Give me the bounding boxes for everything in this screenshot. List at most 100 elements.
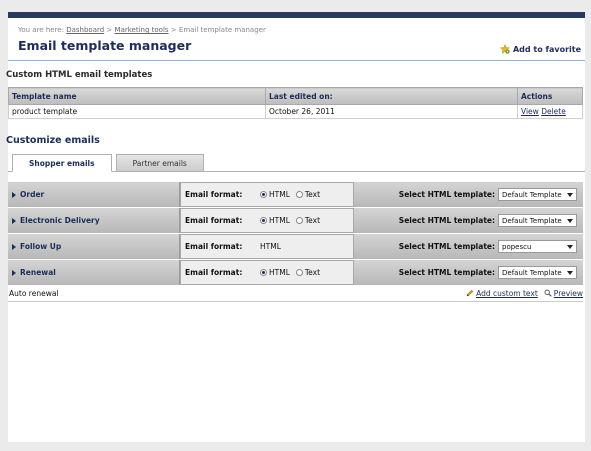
preview-link[interactable]: Preview xyxy=(544,289,583,298)
custom-templates-table: Template name Last edited on: Actions pr… xyxy=(8,87,583,119)
email-format-cell: Email format: HTML xyxy=(180,234,354,259)
email-row-electronic-delivery: Electronic Delivery Email format: HTML T… xyxy=(8,207,583,233)
triangle-right-icon xyxy=(12,269,16,276)
radio-label: Text xyxy=(304,190,321,199)
template-select-label: Select HTML template: xyxy=(398,190,495,199)
breadcrumb-dashboard[interactable]: Dashboard xyxy=(66,26,104,34)
template-select-cell: Select HTML template: Default Template xyxy=(354,208,583,233)
add-custom-text-link[interactable]: Add custom text xyxy=(466,289,538,298)
title-divider xyxy=(8,60,585,61)
email-settings-list: Order Email format: HTML Text Select HTM… xyxy=(8,181,583,285)
email-name: Order xyxy=(20,190,45,199)
email-name: Renewal xyxy=(20,268,56,277)
breadcrumb-prefix: You are here: xyxy=(18,26,64,34)
view-link[interactable]: View xyxy=(521,107,539,116)
template-name-cell: product template xyxy=(8,104,266,119)
select-value: popescu xyxy=(502,242,532,251)
email-toggle-follow-up[interactable]: Follow Up xyxy=(8,234,180,259)
table-row: product template October 26, 2011 View D… xyxy=(8,104,583,119)
triangle-right-icon xyxy=(12,243,16,250)
preview-label: Preview xyxy=(553,288,583,298)
format-radio-text[interactable]: Text xyxy=(295,190,321,199)
tab-shopper-emails[interactable]: Shopper emails xyxy=(12,154,112,172)
template-select-follow-up[interactable]: popescu xyxy=(498,240,577,253)
actions-cell: View Delete xyxy=(517,104,583,119)
format-radio-html[interactable]: HTML xyxy=(260,190,290,199)
template-select-label: Select HTML template: xyxy=(398,216,495,225)
email-format-label: Email format: xyxy=(185,216,243,225)
dropdown-caret-icon xyxy=(567,219,573,223)
favorite-label: Add to favorite xyxy=(512,44,581,54)
auto-renewal-row: Auto renewal Add custom text Preview xyxy=(8,286,583,300)
magnifier-icon xyxy=(544,289,552,297)
last-edited-cell: October 26, 2011 xyxy=(265,104,518,119)
star-icon xyxy=(499,44,510,54)
dropdown-caret-icon xyxy=(567,271,573,275)
top-bar xyxy=(8,12,585,18)
email-toggle-order[interactable]: Order xyxy=(8,182,180,207)
radio-selected-icon xyxy=(260,217,267,224)
breadcrumb-separator: > xyxy=(170,26,177,34)
radio-label: HTML xyxy=(269,268,290,277)
customize-emails-heading: Customize emails xyxy=(6,135,100,146)
select-value: Default Template xyxy=(502,268,562,277)
dropdown-caret-icon xyxy=(567,245,573,249)
auto-renewal-actions: Add custom text Preview xyxy=(466,289,583,298)
template-select-renewal[interactable]: Default Template xyxy=(498,266,577,279)
radio-label: Text xyxy=(304,216,321,225)
add-custom-text-label: Add custom text xyxy=(476,288,538,298)
radio-selected-icon xyxy=(260,269,267,276)
bottom-divider xyxy=(8,301,583,302)
triangle-right-icon xyxy=(12,191,16,198)
email-format-label: Email format: xyxy=(185,190,243,199)
format-radio-text[interactable]: Text xyxy=(295,216,321,225)
email-format-cell: Email format: HTML Text xyxy=(180,208,354,233)
email-row-renewal: Renewal Email format: HTML Text Select H… xyxy=(8,259,583,285)
tab-partner-emails[interactable]: Partner emails xyxy=(115,154,204,172)
format-radio-html[interactable]: HTML xyxy=(260,216,290,225)
breadcrumb-marketing-tools[interactable]: Marketing tools xyxy=(115,26,169,34)
select-value: Default Template xyxy=(502,190,562,199)
triangle-right-icon xyxy=(12,217,16,224)
radio-unselected-icon xyxy=(295,217,303,224)
email-format-cell: Email format: HTML Text xyxy=(180,182,354,207)
template-select-electronic-delivery[interactable]: Default Template xyxy=(498,214,577,227)
template-select-label: Select HTML template: xyxy=(398,242,495,251)
email-tabs: Shopper emails Partner emails xyxy=(12,154,208,172)
template-select-order[interactable]: Default Template xyxy=(498,188,577,201)
custom-templates-heading: Custom HTML email templates xyxy=(6,70,153,80)
page-title: Email template manager xyxy=(18,38,192,53)
delete-link[interactable]: Delete xyxy=(541,107,566,116)
email-format-static: HTML xyxy=(260,242,281,251)
select-value: Default Template xyxy=(502,216,562,225)
template-select-cell: Select HTML template: Default Template xyxy=(354,182,583,207)
auto-renewal-label: Auto renewal xyxy=(9,288,59,298)
email-toggle-renewal[interactable]: Renewal xyxy=(8,260,180,285)
template-select-cell: Select HTML template: Default Template xyxy=(354,260,583,285)
column-header-last-edited[interactable]: Last edited on: xyxy=(265,87,518,105)
email-toggle-electronic-delivery[interactable]: Electronic Delivery xyxy=(8,208,180,233)
add-to-favorite-button[interactable]: Add to favorite xyxy=(499,44,581,54)
radio-label: Text xyxy=(304,268,321,277)
pencil-icon xyxy=(466,289,474,297)
dropdown-caret-icon xyxy=(567,193,573,197)
email-format-cell: Email format: HTML Text xyxy=(180,260,354,285)
radio-label: HTML xyxy=(269,216,290,225)
breadcrumb-separator: > xyxy=(106,26,113,34)
radio-label: HTML xyxy=(269,190,290,199)
email-format-label: Email format: xyxy=(185,242,243,251)
column-header-actions: Actions xyxy=(517,87,583,105)
format-radio-html[interactable]: HTML xyxy=(260,268,290,277)
format-radio-text[interactable]: Text xyxy=(295,268,321,277)
email-row-order: Order Email format: HTML Text Select HTM… xyxy=(8,181,583,207)
radio-unselected-icon xyxy=(295,191,303,198)
email-row-follow-up: Follow Up Email format: HTML Select HTML… xyxy=(8,233,583,259)
breadcrumb: You are here: Dashboard > Marketing tool… xyxy=(18,26,266,34)
email-format-label: Email format: xyxy=(185,268,243,277)
radio-unselected-icon xyxy=(295,269,303,276)
email-name: Follow Up xyxy=(20,242,62,251)
email-name: Electronic Delivery xyxy=(20,216,100,225)
breadcrumb-current: Email template manager xyxy=(178,26,266,34)
radio-selected-icon xyxy=(260,191,267,198)
column-header-template-name[interactable]: Template name xyxy=(8,87,266,105)
